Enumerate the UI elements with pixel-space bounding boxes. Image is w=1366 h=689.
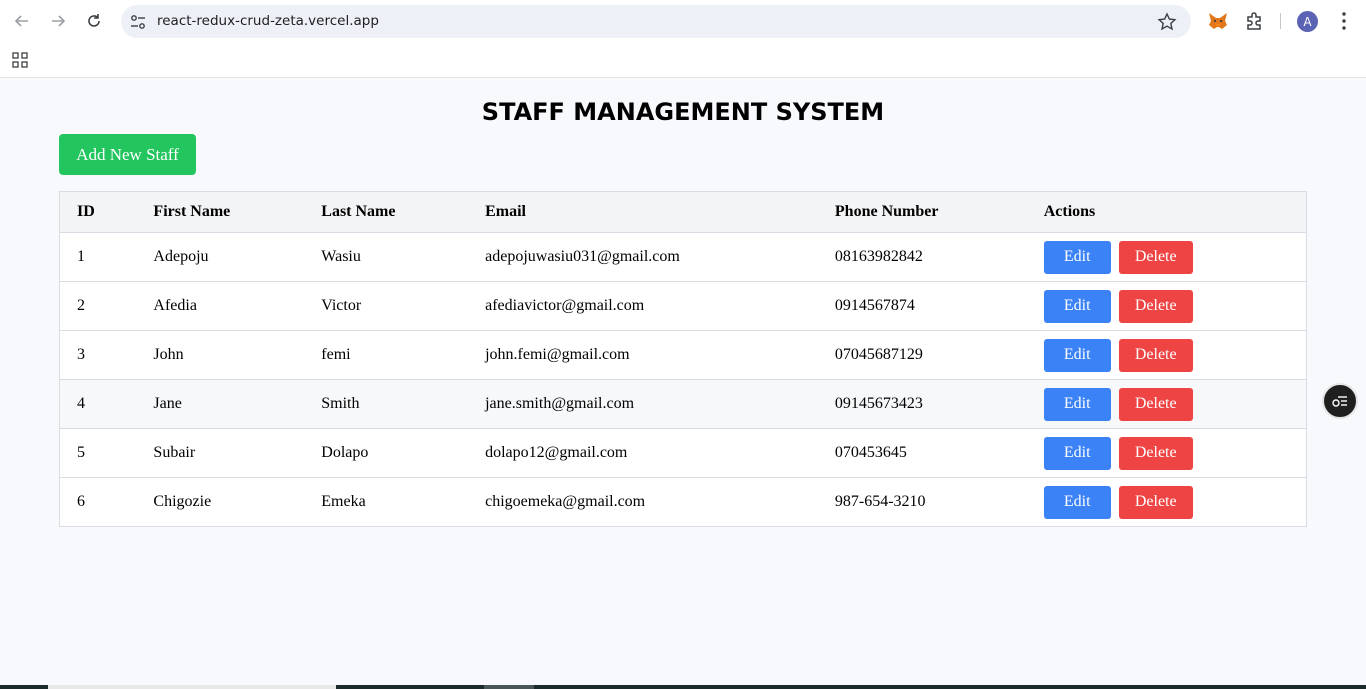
address-bar[interactable]: react-redux-crud-zeta.vercel.app — [121, 5, 1191, 38]
cell-last-name: Smith — [304, 379, 469, 429]
metamask-fox-icon[interactable] — [1207, 10, 1229, 32]
cell-phone: 070453645 — [817, 428, 1027, 478]
table-row: 1 Adepoju Wasiu adepojuwasiu031@gmail.co… — [59, 232, 1307, 282]
cell-actions: Edit Delete — [1026, 232, 1307, 282]
delete-button[interactable]: Delete — [1118, 289, 1193, 323]
delete-button[interactable]: Delete — [1118, 338, 1193, 372]
cell-id: 3 — [59, 330, 137, 380]
forward-icon[interactable] — [46, 9, 70, 33]
cell-first-name: Afedia — [136, 281, 305, 331]
page-title: STAFF MANAGEMENT SYSTEM — [481, 98, 885, 126]
profile-avatar[interactable]: A — [1297, 11, 1318, 32]
header-phone: Phone Number — [817, 191, 1027, 233]
cell-email: afediavictor@gmail.com — [468, 281, 818, 331]
header-first-name: First Name — [136, 191, 305, 233]
table-row: 2 Afedia Victor afediavictor@gmail.com 0… — [59, 281, 1307, 331]
bookmark-star-icon[interactable] — [1157, 12, 1177, 32]
delete-button[interactable]: Delete — [1118, 485, 1193, 519]
edit-button[interactable]: Edit — [1043, 338, 1111, 372]
cell-actions: Edit Delete — [1026, 330, 1307, 380]
cell-email: chigoemeka@gmail.com — [468, 477, 818, 527]
taskbar-item[interactable] — [484, 685, 534, 689]
table-row: 3 John femi john.femi@gmail.com 07045687… — [59, 330, 1307, 380]
cell-phone: 07045687129 — [817, 330, 1027, 380]
list-settings-icon — [1332, 396, 1347, 407]
cell-actions: Edit Delete — [1026, 281, 1307, 331]
add-new-staff-button[interactable]: Add New Staff — [59, 134, 196, 175]
cell-first-name: Jane — [136, 379, 305, 429]
cell-phone: 09145673423 — [817, 379, 1027, 429]
table-row: 6 Chigozie Emeka chigoemeka@gmail.com 98… — [59, 477, 1307, 527]
cell-first-name: Adepoju — [136, 232, 305, 282]
staff-table: ID First Name Last Name Email Phone Numb… — [59, 191, 1307, 527]
more-menu-icon[interactable] — [1333, 10, 1355, 32]
table-header-row: ID First Name Last Name Email Phone Numb… — [59, 191, 1307, 233]
cell-phone: 08163982842 — [817, 232, 1027, 282]
browser-toolbar: react-redux-crud-zeta.vercel.app A — [0, 0, 1366, 42]
table-row: 5 Subair Dolapo dolapo12@gmail.com 07045… — [59, 428, 1307, 478]
bookmarks-bar — [0, 42, 1366, 78]
cell-last-name: Victor — [304, 281, 469, 331]
edit-button[interactable]: Edit — [1043, 240, 1111, 274]
cell-first-name: Chigozie — [136, 477, 305, 527]
cell-id: 5 — [59, 428, 137, 478]
cell-email: jane.smith@gmail.com — [468, 379, 818, 429]
site-info-icon[interactable] — [129, 13, 147, 31]
header-last-name: Last Name — [304, 191, 469, 233]
cell-id: 2 — [59, 281, 137, 331]
cell-first-name: John — [136, 330, 305, 380]
cell-id: 1 — [59, 232, 137, 282]
back-icon[interactable] — [10, 9, 34, 33]
cell-actions: Edit Delete — [1026, 477, 1307, 527]
cell-email: adepojuwasiu031@gmail.com — [468, 232, 818, 282]
cell-actions: Edit Delete — [1026, 379, 1307, 429]
cell-email: john.femi@gmail.com — [468, 330, 818, 380]
cell-phone: 0914567874 — [817, 281, 1027, 331]
extensions-puzzle-icon[interactable] — [1244, 10, 1266, 32]
url-text[interactable]: react-redux-crud-zeta.vercel.app — [157, 13, 379, 29]
apps-grid-icon[interactable] — [12, 52, 28, 68]
cell-id: 4 — [59, 379, 137, 429]
table-row: 4 Jane Smith jane.smith@gmail.com 091456… — [59, 379, 1307, 429]
delete-button[interactable]: Delete — [1118, 436, 1193, 470]
edit-button[interactable]: Edit — [1043, 387, 1111, 421]
delete-button[interactable]: Delete — [1118, 387, 1193, 421]
cell-last-name: Dolapo — [304, 428, 469, 478]
header-actions: Actions — [1026, 191, 1307, 233]
taskbar-item[interactable] — [48, 685, 336, 689]
reload-icon[interactable] — [82, 9, 106, 33]
edit-button[interactable]: Edit — [1043, 436, 1111, 470]
cell-first-name: Subair — [136, 428, 305, 478]
delete-button[interactable]: Delete — [1118, 240, 1193, 274]
edit-button[interactable]: Edit — [1043, 485, 1111, 519]
header-id: ID — [59, 191, 137, 233]
cell-last-name: Emeka — [304, 477, 469, 527]
cell-id: 6 — [59, 477, 137, 527]
cell-email: dolapo12@gmail.com — [468, 428, 818, 478]
toolbar-separator — [1280, 13, 1281, 29]
floating-assistant-button[interactable] — [1322, 383, 1358, 419]
cell-last-name: Wasiu — [304, 232, 469, 282]
cell-actions: Edit Delete — [1026, 428, 1307, 478]
cell-last-name: femi — [304, 330, 469, 380]
edit-button[interactable]: Edit — [1043, 289, 1111, 323]
header-email: Email — [468, 191, 818, 233]
cell-phone: 987-654-3210 — [817, 477, 1027, 527]
taskbar — [0, 685, 1366, 689]
